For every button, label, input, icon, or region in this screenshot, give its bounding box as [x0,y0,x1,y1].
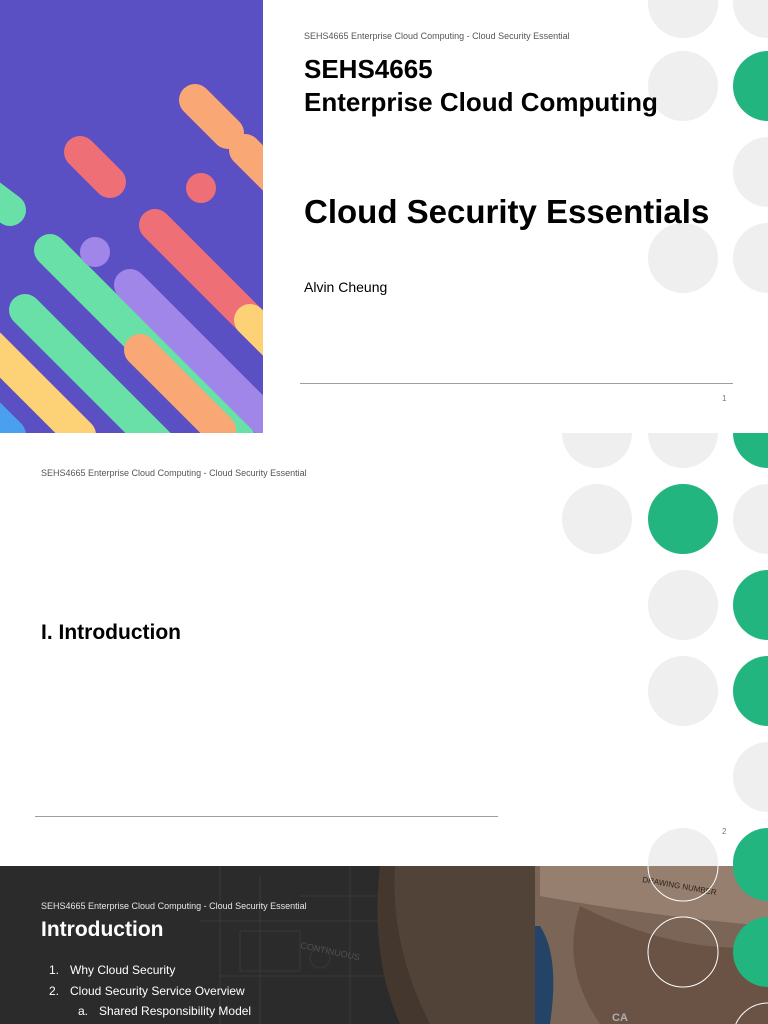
list-marker: 2. [49,983,60,998]
agenda-list: 1. Why Cloud Security 2. Cloud Security Se… [49,963,251,1024]
list-item-text: Why Cloud Security [70,963,176,977]
title-slide: SEHS4665 Enterprise Cloud Computing - Cl… [0,0,768,433]
slide-header: SEHS4665 Enterprise Cloud Computing - Cl… [41,901,307,911]
presentation-title: Cloud Security Essentials [304,193,710,230]
decorative-dot-pattern [562,433,768,866]
list-item: 1. Why Cloud Security [49,963,251,984]
list-marker: 1. [49,963,60,977]
slide-title: Introduction [41,918,164,941]
section-title: I. Introduction [41,621,181,644]
course-code: SEHS4665 [304,54,433,84]
list-item: a. Shared Responsibility Model [49,1004,251,1024]
list-item-text: Cloud Security Service Overview [70,983,245,998]
author-name: Alvin Cheung [304,279,388,295]
divider-line [35,816,498,817]
slide-header: SEHS4665 Enterprise Cloud Computing - Cl… [304,31,570,41]
slide-header: SEHS4665 Enterprise Cloud Computing - Cl… [41,468,307,478]
abstract-stripes-illustration [0,0,263,433]
list-marker: a. [78,1004,89,1018]
list-item: 2. Cloud Security Service Overview [49,984,251,1005]
divider-line [300,383,733,384]
list-item-text: Shared Responsibility Model [99,1004,252,1018]
page-number: 2 [722,827,727,836]
section-slide: SEHS4665 Enterprise Cloud Computing - Cl… [0,433,768,866]
content-slide: DRAWING NUMBER CONTINUOUS CA SEHS4665 En… [0,866,768,1024]
page-number: 1 [722,394,727,403]
course-name: Enterprise Cloud Computing [304,87,658,117]
